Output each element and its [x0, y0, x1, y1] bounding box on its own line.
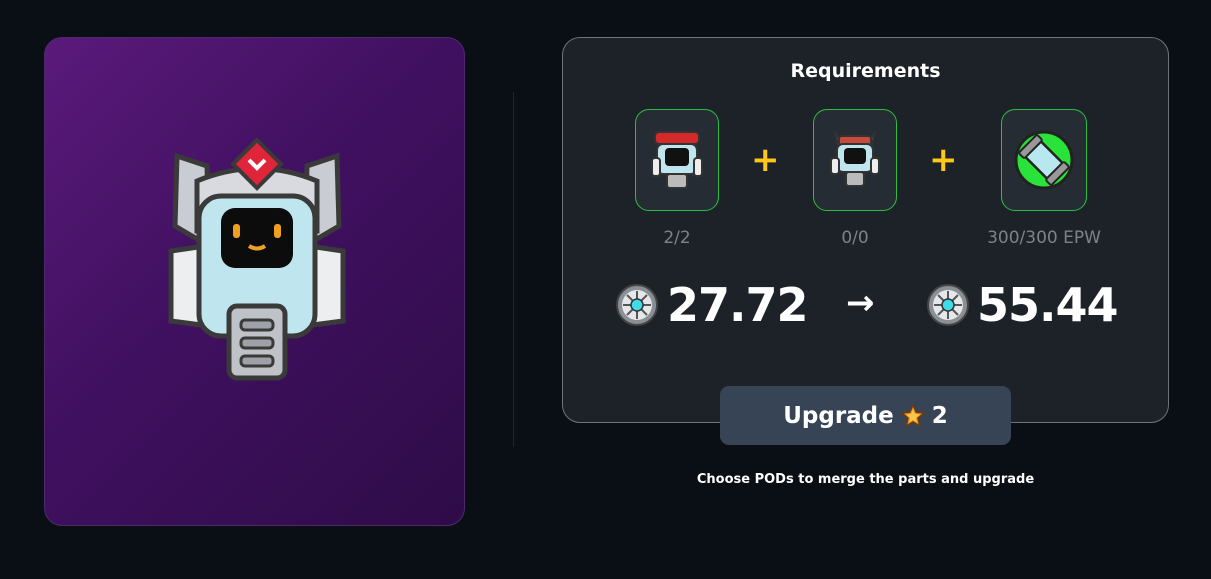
arrow-right-icon: → — [846, 283, 875, 323]
requirement-count-2: 0/0 — [841, 228, 869, 248]
requirement-slot-3[interactable] — [1001, 109, 1087, 211]
requirement-count-3: 300/300 EPW — [987, 228, 1101, 248]
upgrade-button[interactable]: Upgrade 2 — [720, 386, 1011, 445]
requirement-slot-2[interactable] — [813, 109, 897, 211]
requirement-count-1: 2/2 — [663, 228, 691, 248]
robot-pod-red-cap-icon — [651, 131, 703, 189]
upgrade-label: Upgrade — [783, 402, 894, 429]
divider — [513, 92, 514, 447]
next-value: 55.44 — [977, 278, 1119, 332]
requirement-slot-1[interactable] — [635, 109, 719, 211]
robot-pod-horned-icon — [830, 131, 880, 187]
plus-icon: + — [751, 140, 780, 180]
energy-capsule-icon — [1014, 130, 1074, 190]
requirements-panel: Requirements + + 2/2 0/0 300/300 EPW 27.… — [562, 37, 1169, 423]
fan-icon — [616, 284, 658, 326]
plus-icon: + — [929, 140, 958, 180]
upgrade-level: 2 — [931, 402, 948, 429]
star-icon — [899, 402, 926, 428]
fan-icon — [927, 284, 969, 326]
pod-preview-card — [44, 37, 465, 526]
robot-pod-icon — [168, 137, 346, 381]
hint-text: Choose PODs to merge the parts and upgra… — [696, 472, 1035, 487]
requirements-title: Requirements — [790, 60, 941, 82]
current-value: 27.72 — [667, 278, 809, 332]
